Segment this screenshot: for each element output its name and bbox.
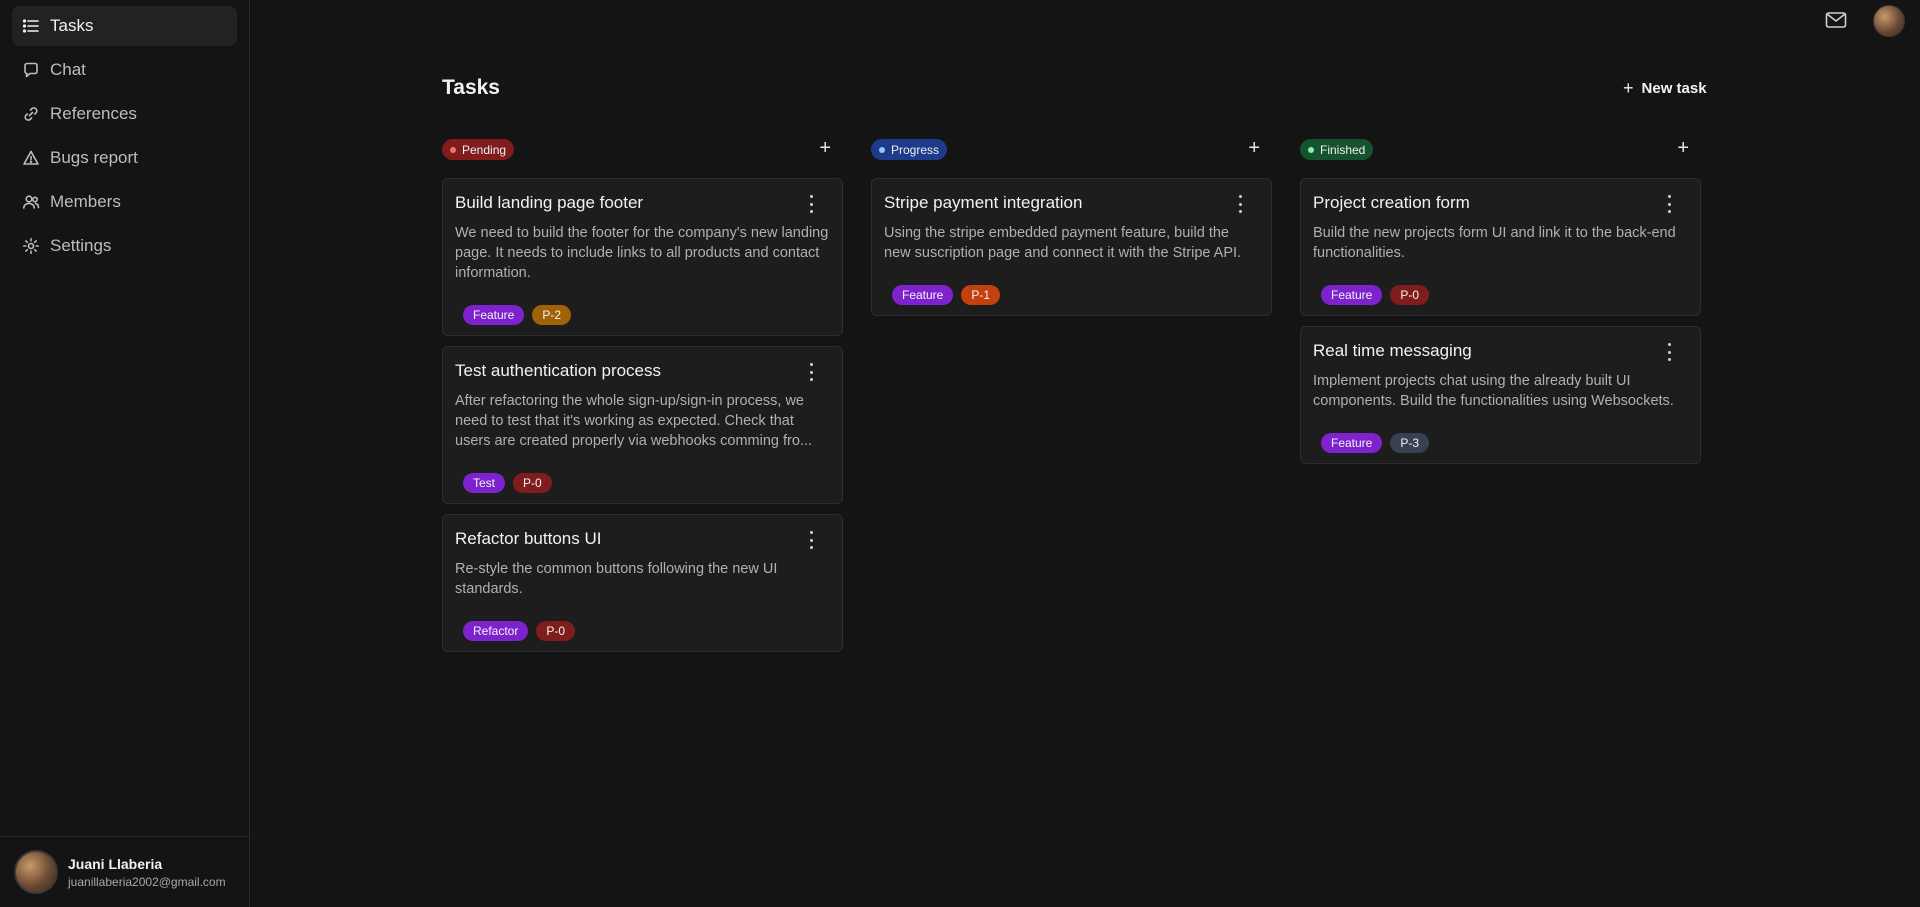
tag-priority: P-0 — [1390, 285, 1430, 305]
sidebar-item-label: Tasks — [50, 16, 94, 35]
task-title: Test authentication process — [455, 361, 662, 380]
more-options-icon[interactable] — [808, 195, 814, 213]
sidebar-item-tasks[interactable]: Tasks — [12, 6, 237, 46]
status-dot — [879, 146, 885, 153]
more-options-icon[interactable] — [1666, 195, 1672, 213]
tag-priority: P-3 — [1390, 433, 1430, 453]
task-description: Re-style the common buttons following th… — [455, 561, 778, 597]
task-tags: Refactor P-0 — [455, 621, 830, 641]
task-card[interactable]: Refactor buttons UI Re-style the common … — [442, 514, 843, 652]
task-description: Using the stripe embedded payment featur… — [884, 225, 1242, 261]
status-badge: Pending — [442, 139, 515, 160]
task-card[interactable]: Stripe payment integration Using the str… — [871, 178, 1272, 316]
page-title: Tasks — [442, 76, 500, 99]
task-tags: Feature P-2 — [455, 305, 830, 325]
user-name: Juani Llaberia — [68, 855, 163, 872]
status-label: Progress — [891, 142, 940, 157]
tag-type: Test — [463, 473, 506, 493]
task-tags: Feature P-0 — [1313, 285, 1688, 305]
tag-type: Refactor — [463, 621, 529, 641]
more-options-icon[interactable] — [1237, 195, 1243, 213]
add-task-button[interactable]: + — [819, 137, 831, 160]
task-description: After refactoring the whole sign-up/sign… — [455, 393, 813, 449]
user-profile[interactable]: Juani Llaberia juanillaberia2002@gmail.c… — [0, 836, 250, 907]
column-finished: Finished + Project creation form Build t… — [1300, 137, 1701, 474]
mail-icon — [1825, 12, 1847, 28]
task-title: Real time messaging — [1313, 341, 1472, 360]
user-email: juanillaberia2002@gmail.com — [68, 874, 226, 889]
mail-button[interactable] — [1824, 10, 1848, 30]
column-progress: Progress + Stripe payment integration Us… — [871, 137, 1272, 326]
more-options-icon[interactable] — [808, 531, 814, 549]
task-title: Stripe payment integration — [884, 193, 1083, 212]
sidebar-item-members[interactable]: Members — [12, 182, 237, 222]
plus-icon: + — [1623, 77, 1634, 98]
gear-icon — [22, 237, 40, 255]
link-icon — [22, 105, 40, 123]
tag-type: Feature — [1321, 433, 1383, 453]
list-icon — [22, 17, 40, 35]
avatar — [14, 850, 58, 894]
tag-priority: P-1 — [961, 285, 1001, 305]
warning-icon — [22, 149, 40, 167]
sidebar-item-label: Chat — [50, 60, 86, 79]
column-header: Finished + — [1300, 137, 1701, 161]
task-card[interactable]: Real time messaging Implement projects c… — [1300, 326, 1701, 464]
tag-type: Feature — [463, 305, 525, 325]
sidebar-nav: Tasks Chat References Bugs report Member… — [0, 0, 249, 266]
new-task-button[interactable]: + New task — [1623, 77, 1707, 99]
new-task-label: New task — [1641, 79, 1707, 97]
sidebar-item-references[interactable]: References — [12, 94, 237, 134]
status-badge: Progress — [871, 139, 948, 160]
sidebar-item-settings[interactable]: Settings — [12, 226, 237, 266]
task-card[interactable]: Test authentication process After refact… — [442, 346, 843, 504]
task-title: Build landing page footer — [455, 193, 644, 212]
status-dot — [450, 146, 456, 153]
column-header: Pending + — [442, 137, 843, 161]
sidebar-item-label: Settings — [50, 236, 112, 255]
status-label: Pending — [462, 142, 507, 157]
task-tags: Test P-0 — [455, 473, 830, 493]
more-options-icon[interactable] — [808, 363, 814, 381]
sidebar: Tasks Chat References Bugs report Member… — [0, 0, 250, 907]
column-header: Progress + — [871, 137, 1272, 161]
task-tags: Feature P-3 — [1313, 433, 1688, 453]
sidebar-item-bugs-report[interactable]: Bugs report — [12, 138, 237, 178]
tag-priority: P-2 — [532, 305, 572, 325]
task-description: Build the new projects form UI and link … — [1313, 225, 1676, 261]
task-title: Project creation form — [1313, 193, 1470, 212]
tag-priority: P-0 — [513, 473, 552, 493]
status-dot — [1308, 146, 1314, 153]
task-description: We need to build the footer for the comp… — [455, 225, 829, 281]
column-pending: Pending + Build landing page footer We n… — [442, 137, 843, 662]
chat-icon — [22, 61, 40, 79]
users-icon — [22, 193, 40, 211]
tag-priority: P-0 — [536, 621, 576, 641]
user-info: Juani Llaberia juanillaberia2002@gmail.c… — [68, 856, 226, 889]
task-card[interactable]: Project creation form Build the new proj… — [1300, 178, 1701, 316]
tag-type: Feature — [1321, 285, 1383, 305]
task-description: Implement projects chat using the alread… — [1313, 373, 1674, 409]
header-avatar[interactable] — [1873, 5, 1905, 37]
tag-type: Feature — [892, 285, 954, 305]
task-card[interactable]: Build landing page footer We need to bui… — [442, 178, 843, 336]
task-tags: Feature P-1 — [884, 285, 1259, 305]
status-label: Finished — [1320, 142, 1366, 157]
sidebar-item-label: Bugs report — [50, 148, 138, 167]
add-task-button[interactable]: + — [1677, 137, 1689, 160]
add-task-button[interactable]: + — [1248, 137, 1260, 160]
sidebar-item-chat[interactable]: Chat — [12, 50, 237, 90]
sidebar-item-label: Members — [50, 192, 121, 211]
sidebar-item-label: References — [50, 104, 137, 123]
status-badge: Finished — [1300, 139, 1374, 160]
task-title: Refactor buttons UI — [455, 529, 602, 548]
more-options-icon[interactable] — [1666, 343, 1672, 361]
